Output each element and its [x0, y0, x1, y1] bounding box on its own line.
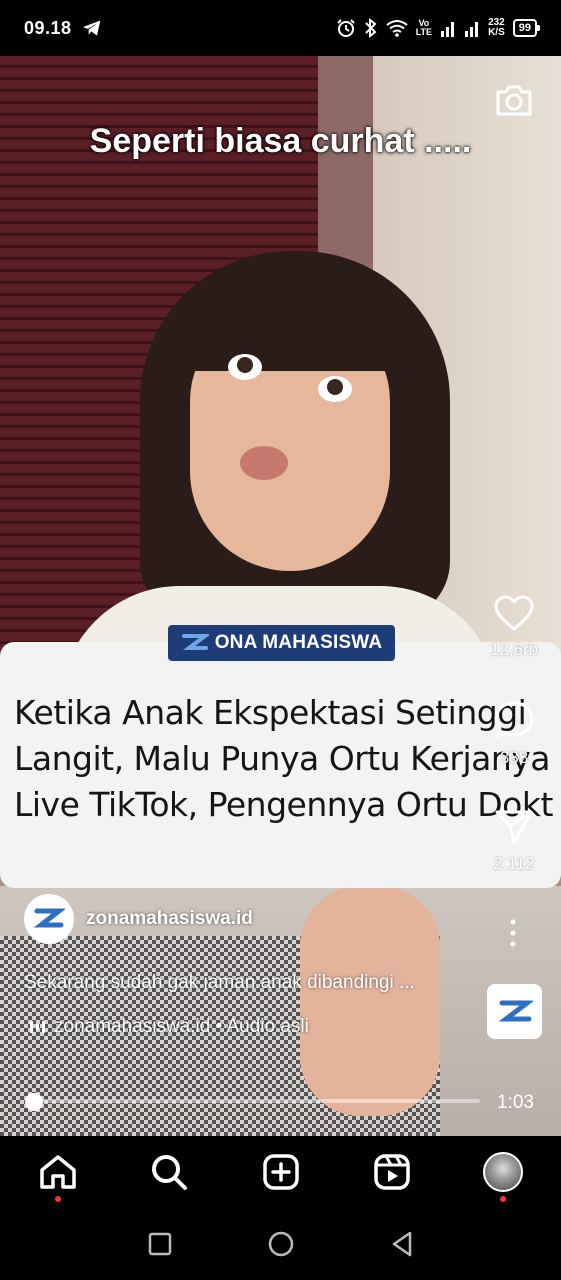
audio-text[interactable]: zonamahasiswa.id • Audio asli [54, 1016, 309, 1038]
home-icon[interactable] [39, 1154, 77, 1190]
share-count: 2.112 [493, 854, 535, 873]
camera-icon[interactable] [494, 82, 534, 118]
signal-icon [441, 22, 455, 37]
like-count: 12,6rb [489, 640, 539, 659]
nav-create[interactable] [259, 1150, 303, 1194]
title-line-1: Ketika Anak Ekspektasi Setinggi [14, 693, 527, 732]
zona-logo-icon [181, 634, 209, 650]
child-mouth [240, 446, 288, 480]
square-recents-icon[interactable] [148, 1232, 172, 1256]
status-bar: 09.18 Vo LTE 232 K/S 99 [0, 0, 561, 56]
profile-avatar[interactable] [483, 1152, 523, 1192]
profile-row[interactable]: zonamahasiswa.id [24, 894, 253, 944]
video-duration: 1:03 [497, 1092, 534, 1113]
telegram-icon [82, 20, 100, 36]
audio-label[interactable]: zonamahasiswa.id • Audio asli [28, 1016, 309, 1038]
wifi-icon [386, 20, 408, 37]
nav-reels[interactable] [370, 1150, 414, 1194]
hands [300, 886, 440, 1116]
circle-home-icon[interactable] [267, 1230, 295, 1258]
comment-icon[interactable] [493, 700, 535, 740]
avatar[interactable] [24, 894, 74, 944]
title-line-2: Langit, Malu Punya Ortu Kerjanya [14, 739, 551, 778]
status-icons: Vo LTE 232 K/S 99 [336, 18, 541, 38]
send-icon[interactable] [494, 808, 534, 846]
profile-notification-dot [500, 1196, 506, 1202]
progress-knob[interactable] [25, 1093, 43, 1111]
plus-square-icon[interactable] [262, 1154, 299, 1190]
android-nav-bar [0, 1208, 561, 1280]
share-action[interactable]: 2.112 [484, 808, 544, 874]
video-caption-overlay: Seperti biasa curhat ..... [89, 122, 472, 160]
bottom-nav [0, 1136, 561, 1208]
nav-home[interactable] [36, 1150, 80, 1202]
more-vertical-icon[interactable] [506, 918, 520, 948]
heart-icon[interactable] [493, 594, 535, 632]
home-notification-dot [55, 1196, 61, 1202]
username[interactable]: zonamahasiswa.id [86, 908, 253, 930]
bluetooth-icon [365, 18, 377, 38]
news-card-title: Ketika Anak Ekspektasi Setinggi Langit, … [14, 690, 554, 828]
comment-count: 338 [499, 748, 529, 767]
volte-bottom: LTE [415, 27, 433, 37]
nav-search[interactable] [147, 1150, 191, 1194]
speed-unit: K/S [488, 27, 505, 38]
volte-indicator: Vo LTE [416, 19, 432, 37]
reels-icon[interactable] [374, 1154, 410, 1190]
progress-bar[interactable] [34, 1099, 480, 1103]
like-action[interactable]: 12,6rb [484, 594, 544, 660]
audio-thumbnail[interactable] [487, 984, 542, 1039]
network-speed: 232 K/S [488, 18, 505, 38]
search-icon[interactable] [150, 1153, 188, 1191]
zona-avatar-logo [33, 908, 65, 928]
battery-indicator: 99 [512, 19, 541, 37]
brand-name: ONA MAHASISWA [214, 632, 383, 653]
nav-profile[interactable] [481, 1150, 525, 1202]
audio-bars-icon [30, 1021, 45, 1033]
brand-logo: ONA MAHASISWA [168, 625, 395, 661]
title-line-3: Live TikTok, Pengennya Ortu Dokter [14, 785, 554, 824]
comment-action[interactable]: 338 [484, 700, 544, 768]
status-time: 09.18 [24, 17, 72, 38]
child-right-eye [318, 376, 352, 402]
triangle-back-icon[interactable] [390, 1231, 414, 1257]
post-description[interactable]: Sekarang sudah gak jaman anak dibandingi… [24, 972, 415, 994]
child-left-eye [228, 354, 262, 380]
alarm-icon [337, 19, 355, 37]
zona-audio-logo [498, 1000, 533, 1021]
signal-icon-2 [465, 22, 479, 37]
